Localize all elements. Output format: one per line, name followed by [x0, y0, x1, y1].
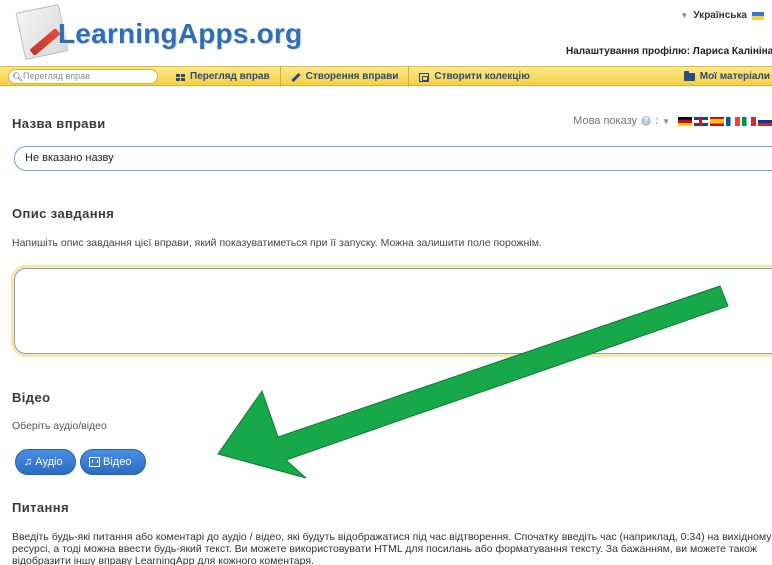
music-note-icon: ♫: [24, 456, 33, 468]
language-label: Українська: [693, 10, 747, 21]
exercise-title-heading: Назва вправи: [12, 116, 106, 131]
flag-fr-icon[interactable]: [726, 116, 740, 126]
folder-icon: [683, 71, 695, 81]
audio-button[interactable]: ♫ Аудіо: [15, 449, 76, 475]
nav-browse-label: Перегляд вправ: [190, 71, 270, 82]
colon-separator: :: [655, 115, 659, 127]
task-description-textarea[interactable]: [14, 268, 772, 354]
language-flags: [678, 116, 772, 126]
collection-icon: [419, 72, 430, 82]
flag-uk-icon[interactable]: [694, 116, 708, 126]
flag-de-icon[interactable]: [678, 116, 692, 126]
nav-items: Перегляд вправ Створення вправи Створити…: [166, 67, 540, 87]
logo-text: LearningApps.org: [58, 18, 303, 49]
task-description-heading: Опис завдання: [12, 206, 115, 221]
search-input[interactable]: 🔍︎ Перегляд вправ: [8, 69, 158, 84]
film-icon: [89, 457, 100, 467]
video-button-label: Відео: [103, 456, 132, 468]
flag-ru-icon[interactable]: [758, 116, 772, 126]
language-selector[interactable]: ▼ Українська: [680, 10, 764, 21]
nav-my-materials[interactable]: Мої матеріали: [683, 67, 772, 87]
ukraine-flag-icon: [752, 11, 764, 20]
pencil-icon: [291, 72, 301, 82]
display-language-label: Мова показу: [573, 115, 638, 127]
display-language-row: Мова показу ? : ▼: [573, 115, 772, 127]
video-heading: Відео: [12, 390, 51, 405]
search-icon: 🔍︎: [12, 72, 24, 82]
nav-create-label: Створення вправи: [305, 71, 399, 82]
nav-create-collection[interactable]: Створити колекцію: [408, 67, 539, 87]
flag-it-icon[interactable]: [742, 116, 756, 126]
logo[interactable]: LearningApps.org: [6, 3, 302, 64]
chevron-down-icon: ▼: [680, 11, 689, 20]
chevron-down-icon[interactable]: ▼: [662, 117, 670, 126]
flag-es-icon[interactable]: [710, 116, 724, 126]
questions-description: Введіть будь-які питання або коментарі д…: [12, 531, 772, 565]
nav-collection-label: Створити колекцію: [434, 71, 530, 82]
nav-create-exercise[interactable]: Створення вправи: [279, 67, 409, 87]
header: LearningApps.org ▼ Українська Налаштуван…: [0, 0, 772, 66]
audio-button-label: Аудіо: [35, 456, 63, 468]
search-placeholder: Перегляд вправ: [23, 71, 90, 81]
video-button[interactable]: Відео: [80, 449, 146, 475]
exercise-title-input[interactable]: Не вказано назву: [14, 146, 772, 171]
main-navbar: 🔍︎ Перегляд вправ Перегляд вправ Створен…: [0, 66, 772, 87]
task-description-hint: Напишіть опис завдання цієї вправи, який…: [12, 237, 542, 249]
video-subtitle: Оберіть аудіо/відео: [12, 420, 107, 432]
profile-settings-link[interactable]: Налаштування профілю: Лариса Калініна: [566, 46, 772, 57]
nav-browse-exercises[interactable]: Перегляд вправ: [166, 67, 280, 87]
questions-heading: Питання: [12, 500, 70, 515]
help-icon[interactable]: ?: [641, 116, 652, 126]
grid-icon: [176, 73, 185, 81]
nav-my-materials-label: Мої матеріали: [699, 71, 770, 82]
